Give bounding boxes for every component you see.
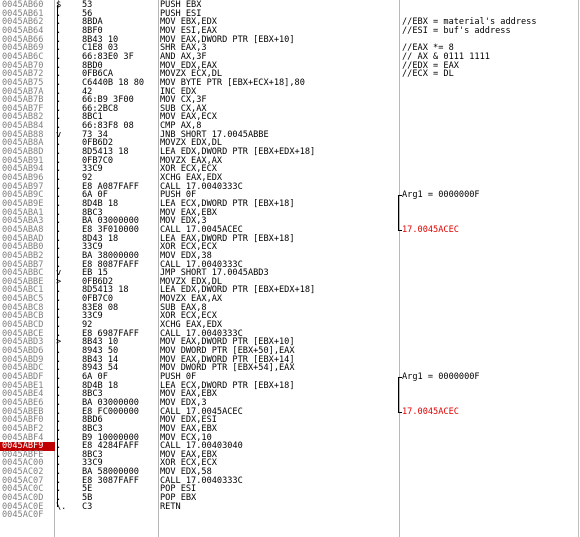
address-cell: 0045AC0F xyxy=(2,510,44,521)
instruction-cell: MOV DWORD PTR [EBX+54],EAX xyxy=(160,363,295,374)
instruction-cell: RETN xyxy=(160,501,181,512)
instruction-cell: POP EBX xyxy=(160,493,197,504)
hex-bytes-cell: 53 xyxy=(82,0,93,10)
arg-bracket xyxy=(398,407,402,413)
instruction-row[interactable]: 0045AC0E \. C3 RETN xyxy=(0,503,578,512)
disassembly-listing[interactable]: 0045AB60 $53 PUSH EBX 0045AB61. 56 PUSH ESI 00… xyxy=(0,0,579,537)
instruction-row[interactable]: 0045AC0F xyxy=(0,511,578,520)
function-bracket-line xyxy=(57,5,58,507)
instruction-cell: MOV BYTE PTR [EBX+ECX+18],80 xyxy=(160,77,305,88)
arg-bracket xyxy=(398,208,402,218)
instruction-cell: POP ESI xyxy=(160,484,197,495)
hex-bytes-cell: 33C9 xyxy=(82,164,103,175)
arg-bracket xyxy=(398,381,402,391)
instruction-cell: CALL 17.0040333C xyxy=(160,181,243,192)
arg-bracket xyxy=(398,199,402,209)
hex-bytes-cell: 5B xyxy=(82,493,93,504)
hex-bytes-cell: 33C9 xyxy=(82,311,103,322)
arg-bracket xyxy=(398,225,402,231)
comment-cell: //ECX = DL xyxy=(402,69,454,80)
comment-cell: Arg1 = 0000000F xyxy=(402,371,480,382)
comment-cell: Arg1 = 0000000F xyxy=(402,190,480,201)
hex-bytes-cell: 5E xyxy=(82,484,93,495)
hex-bytes-cell: C3 xyxy=(82,501,93,512)
comment-cell: 17.0045ACEC xyxy=(402,224,459,235)
hex-bytes-cell: E8 3087FAFF xyxy=(82,475,139,486)
comment-cell: 17.0045ACEC xyxy=(402,406,459,417)
comment-cell: //ESI = buf's address xyxy=(402,25,511,36)
instruction-cell: CALL 17.0040333C xyxy=(160,475,243,486)
hex-bytes-cell: C6440B 18 80 xyxy=(82,77,145,88)
arg-bracket xyxy=(398,390,402,400)
